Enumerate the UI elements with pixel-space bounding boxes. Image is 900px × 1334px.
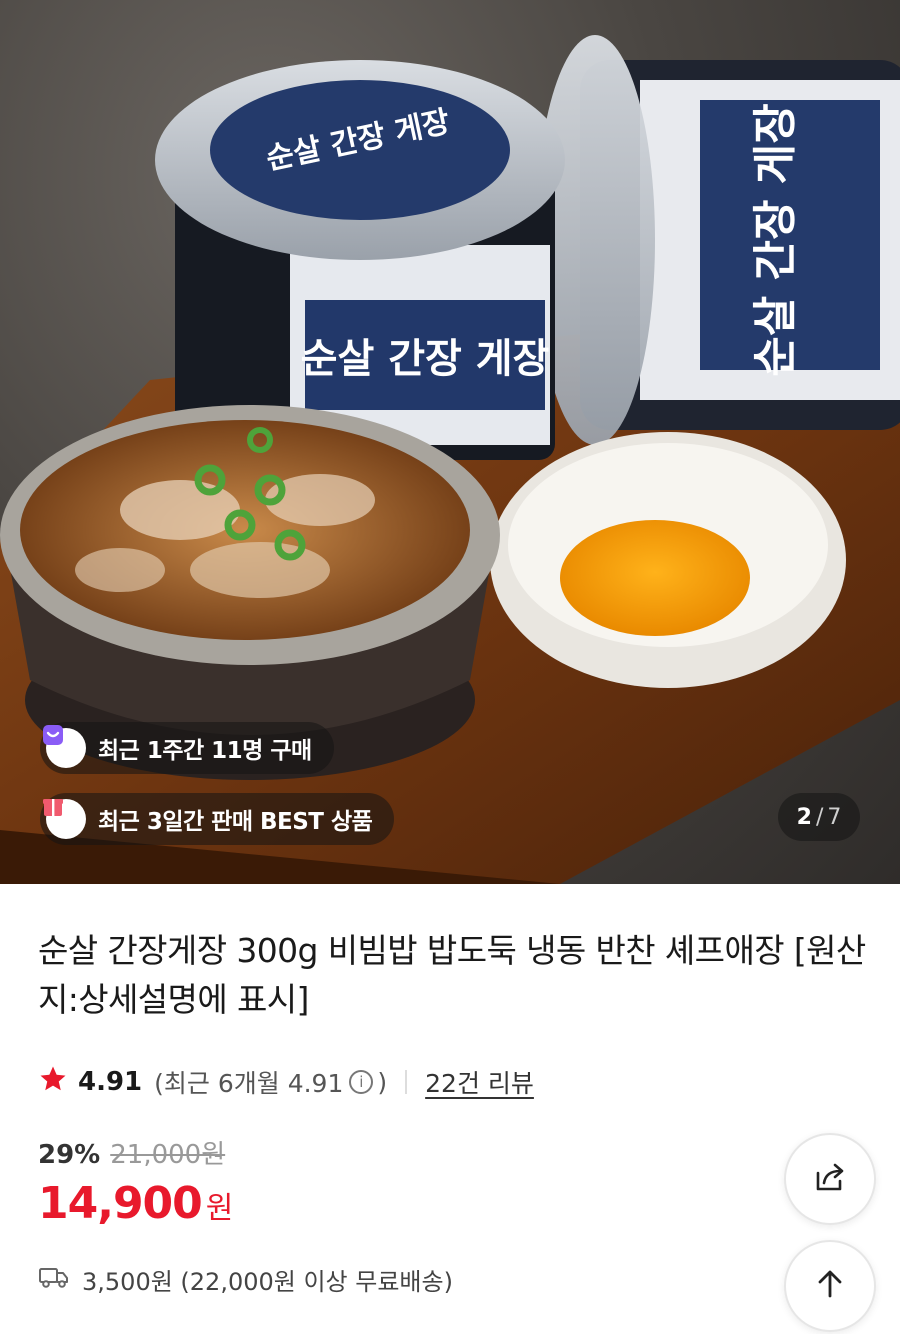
original-price: 21,000원 xyxy=(110,1140,226,1170)
discount-row: 29% 21,000원 xyxy=(38,1134,225,1171)
product-image-carousel[interactable]: 순살 간장 게장 순살 간장 게장 순살 간장 게장 최근 1주간 11명 구매… xyxy=(0,0,900,884)
review-count-link[interactable]: 22건 리뷰 xyxy=(425,1064,534,1100)
recent-purchase-badge: 최근 1주간 11명 구매 xyxy=(40,722,334,774)
product-title: 순살 간장게장 300g 비빔밥 밥도둑 냉동 반찬 셰프애장 [원산지:상세설… xyxy=(38,931,866,1019)
sale-price-amount: 14,900 xyxy=(38,1178,203,1229)
shipping-text: 3,500원 (22,000원 이상 무료배송) xyxy=(82,1268,453,1296)
pager-separator: / xyxy=(815,804,824,830)
share-button[interactable] xyxy=(784,1133,876,1225)
best-seller-text: 최근 3일간 판매 BEST 상품 xyxy=(98,809,373,835)
shipping-info: 3,500원 (22,000원 이상 무료배송) xyxy=(38,1262,453,1297)
truck-icon xyxy=(38,1265,70,1295)
sale-price: 14,900 원 xyxy=(38,1178,233,1229)
shopping-bag-icon xyxy=(43,725,86,768)
image-pager: 2 / 7 xyxy=(778,793,860,841)
scroll-to-top-button[interactable] xyxy=(784,1240,876,1332)
jar-label-text: 순살 간장 게장 xyxy=(301,336,550,382)
recent-rating-close: ) xyxy=(377,1067,388,1097)
divider xyxy=(405,1070,408,1094)
recent-rating-text: (최근 6개월 4.91 xyxy=(154,1069,344,1098)
share-icon xyxy=(810,1157,850,1201)
discount-rate: 29% xyxy=(38,1140,101,1170)
pager-current: 2 xyxy=(796,804,812,830)
best-seller-badge: 최근 3일간 판매 BEST 상품 xyxy=(40,793,395,845)
rating-score: 4.91 xyxy=(78,1067,143,1097)
sale-price-unit: 원 xyxy=(205,1191,234,1226)
info-icon[interactable]: i xyxy=(349,1070,374,1094)
arrow-up-icon xyxy=(812,1266,848,1306)
star-icon xyxy=(38,1064,68,1100)
recent-rating: (최근 6개월 4.91 i ) xyxy=(154,1064,387,1100)
gift-box-icon xyxy=(43,799,86,839)
pager-total: 7 xyxy=(827,804,842,830)
jar-label-text-2: 순살 간장 게장 xyxy=(750,103,801,377)
recent-purchase-text: 최근 1주간 11명 구매 xyxy=(98,738,312,764)
rating-row: 4.91 (최근 6개월 4.91 i ) 22건 리뷰 xyxy=(38,1062,534,1102)
